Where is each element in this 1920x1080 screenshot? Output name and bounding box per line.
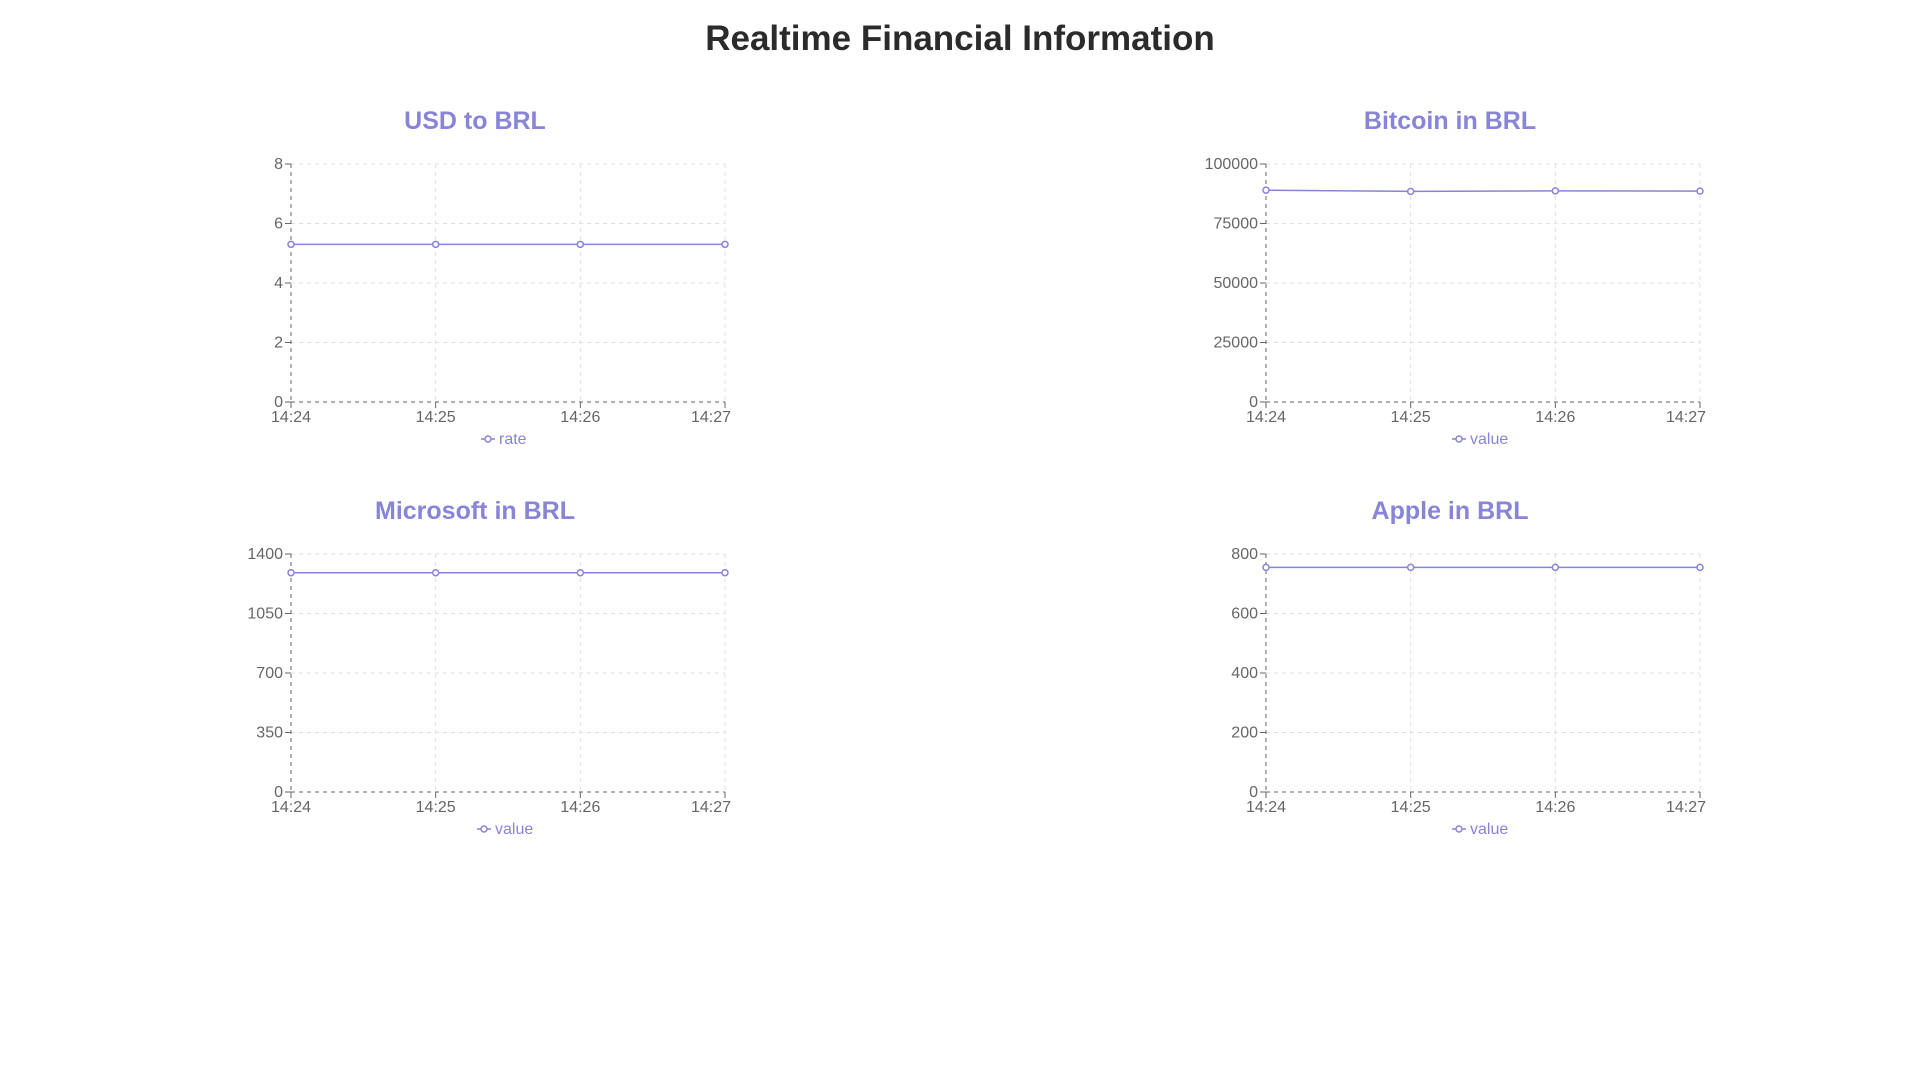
data-point bbox=[1262, 563, 1270, 572]
y-tick-label: 200 bbox=[1231, 725, 1258, 742]
y-tick-label: 75000 bbox=[1214, 216, 1259, 233]
line-chart-usd-brl: 0246814:24 14:25 14:26 14:27rate bbox=[271, 156, 731, 448]
data-point bbox=[1406, 187, 1415, 196]
y-tick-label: 25000 bbox=[1214, 335, 1259, 352]
y-tick-label: 400 bbox=[1231, 665, 1258, 682]
data-point bbox=[1406, 563, 1415, 572]
y-tick-label: 1400 bbox=[247, 546, 283, 563]
y-tick-label: 2 bbox=[274, 335, 283, 352]
data-point bbox=[431, 240, 440, 249]
legend-label: value bbox=[1470, 431, 1508, 448]
y-tick-label: 50000 bbox=[1214, 275, 1259, 292]
legend-marker-icon bbox=[1455, 825, 1463, 833]
data-point bbox=[431, 568, 440, 577]
chart-title: USD to BRL bbox=[404, 107, 546, 135]
x-tick-label: 14:25 bbox=[416, 799, 456, 816]
legend-label: value bbox=[495, 821, 533, 838]
y-tick-label: 800 bbox=[1231, 546, 1258, 563]
y-tick-label: 700 bbox=[256, 665, 283, 682]
y-tick-label: 600 bbox=[1231, 606, 1258, 623]
line-chart-apple-brl: 020040060080014:24 14:25 14:26 14:27value bbox=[1231, 546, 1706, 838]
x-tick-label: 14:26 bbox=[1535, 799, 1575, 816]
legend-marker-icon bbox=[1455, 435, 1463, 443]
line-chart-bitcoin-brl: 025000500007500010000014:24 14:25 14:26 14:… bbox=[1205, 156, 1706, 448]
x-tick-label: 14:27 bbox=[691, 409, 731, 426]
x-tick-label: 14:27 bbox=[691, 799, 731, 816]
chart-panel-microsoft-brl: Microsoft in BRL 0 350 700 1050 1400 14:24 14:… bbox=[195, 496, 755, 876]
y-tick-label: 6 bbox=[274, 216, 283, 233]
chart-title: Microsoft in BRL bbox=[375, 497, 575, 525]
data-point bbox=[576, 240, 585, 249]
page-title: Realtime Financial Information bbox=[705, 19, 1215, 58]
data-point bbox=[287, 568, 295, 577]
data-point bbox=[1551, 187, 1560, 195]
chart-panel-bitcoin-brl: Bitcoin in BRL 0 25000 50000 75000 100000 14:… bbox=[1170, 106, 1730, 486]
chart-title: Apple in BRL bbox=[1371, 497, 1529, 525]
data-point bbox=[287, 240, 295, 249]
series-line bbox=[1265, 189, 1701, 193]
chart-panel-apple-brl: Apple in BRL 0 200 400 600 800 14:24 14:25 14:2… bbox=[1170, 496, 1730, 876]
data-point bbox=[1551, 563, 1560, 572]
x-tick-label: 14:26 bbox=[560, 799, 600, 816]
x-tick-label: 14:25 bbox=[1391, 799, 1431, 816]
chart-panel-usd-brl: USD to BRL 0 2 4 6 8 14:24 14:25 14:26 14:27 rate bbox=[195, 106, 755, 486]
chart-title: Bitcoin in BRL bbox=[1363, 107, 1537, 135]
x-tick-label: 14:24 bbox=[1246, 409, 1286, 426]
legend: value bbox=[477, 821, 533, 838]
x-tick-label: 14:27 bbox=[1666, 409, 1706, 426]
x-tick-label: 14:26 bbox=[1535, 409, 1575, 426]
legend-marker-icon bbox=[480, 825, 488, 833]
legend: value bbox=[1452, 431, 1508, 448]
y-tick-label: 1050 bbox=[247, 606, 283, 623]
legend: rate bbox=[481, 431, 527, 448]
x-tick-label: 14:26 bbox=[560, 409, 600, 426]
dashboard-page: Realtime Financial Information USD to BR… bbox=[0, 0, 1920, 1080]
data-point bbox=[721, 568, 729, 577]
data-point bbox=[1696, 187, 1704, 195]
x-tick-label: 14:24 bbox=[271, 799, 311, 816]
y-tick-label: 350 bbox=[256, 725, 283, 742]
data-point bbox=[1696, 563, 1704, 572]
y-tick-label: 4 bbox=[274, 275, 283, 292]
x-tick-label: 14:24 bbox=[1246, 799, 1286, 816]
data-point bbox=[1262, 186, 1270, 194]
y-tick-label: 8 bbox=[274, 156, 283, 173]
y-tick-label: 100000 bbox=[1205, 156, 1258, 173]
x-tick-label: 14:25 bbox=[416, 409, 456, 426]
data-point bbox=[721, 240, 729, 249]
x-tick-label: 14:24 bbox=[271, 409, 311, 426]
legend-label: rate bbox=[499, 431, 527, 448]
x-tick-label: 14:27 bbox=[1666, 799, 1706, 816]
legend: value bbox=[1452, 821, 1508, 838]
x-tick-label: 14:25 bbox=[1391, 409, 1431, 426]
legend-label: value bbox=[1470, 821, 1508, 838]
data-point bbox=[576, 568, 585, 577]
line-chart-microsoft-brl: 03507001050140014:24 14:25 14:26 14:27value bbox=[247, 546, 731, 838]
legend-marker-icon bbox=[484, 435, 492, 443]
